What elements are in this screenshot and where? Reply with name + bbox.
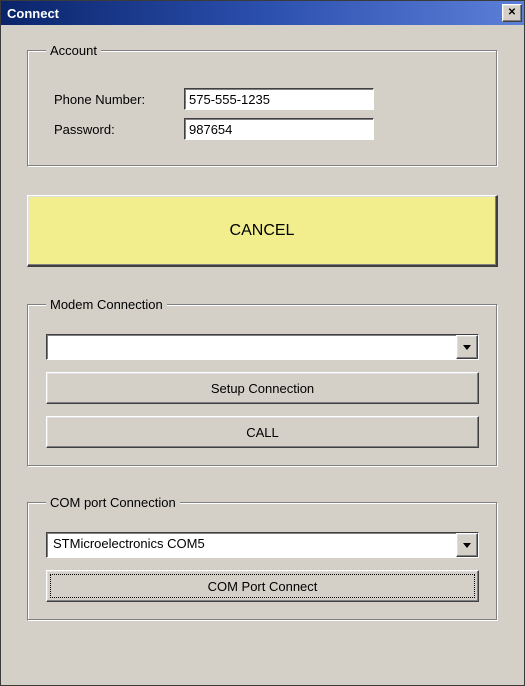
modem-group: Modem Connection Setup Connection CALL [27,297,498,467]
phone-input[interactable] [184,88,374,110]
chevron-down-icon [463,345,471,350]
account-legend: Account [46,43,101,58]
com-group: COM port Connection STMicroelectronics C… [27,495,498,621]
password-label: Password: [46,122,184,137]
account-group: Account Phone Number: Password: [27,43,498,167]
client-area: Account Phone Number: Password: CANCEL M… [1,25,524,685]
password-row: Password: [46,118,479,140]
cancel-button[interactable]: CANCEL [27,195,498,267]
connect-dialog: Connect ✕ Account Phone Number: Password… [0,0,525,686]
phone-row: Phone Number: [46,88,479,110]
password-input[interactable] [184,118,374,140]
com-combobox-value: STMicroelectronics COM5 [47,533,456,557]
window-title: Connect [7,6,59,21]
titlebar: Connect ✕ [1,1,524,25]
modem-combobox[interactable] [46,334,479,360]
call-button[interactable]: CALL [46,416,479,448]
com-combobox[interactable]: STMicroelectronics COM5 [46,532,479,558]
modem-combobox-button[interactable] [456,335,478,359]
com-combobox-button[interactable] [456,533,478,557]
modem-legend: Modem Connection [46,297,167,312]
chevron-down-icon [463,543,471,548]
close-button[interactable]: ✕ [502,4,522,22]
com-legend: COM port Connection [46,495,180,510]
phone-label: Phone Number: [46,92,184,107]
setup-connection-button[interactable]: Setup Connection [46,372,479,404]
close-icon: ✕ [508,8,516,18]
com-port-connect-button[interactable]: COM Port Connect [46,570,479,602]
modem-combobox-value [47,335,456,359]
